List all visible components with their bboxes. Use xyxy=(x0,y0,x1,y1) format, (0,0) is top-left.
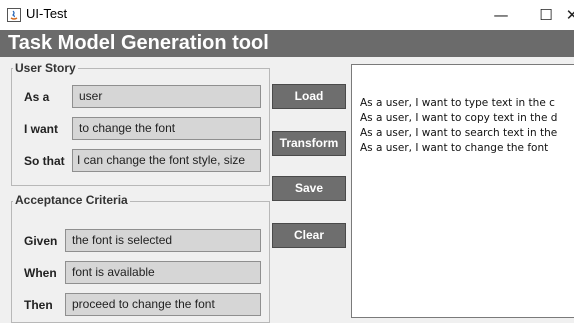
acceptance-criteria-legend: Acceptance Criteria xyxy=(13,193,130,207)
transform-button[interactable]: Transform xyxy=(272,131,346,156)
app-header: Task Model Generation tool xyxy=(0,30,574,57)
as-a-label: As a xyxy=(24,90,50,104)
output-line: As a user, I want to search text in the xyxy=(360,127,558,139)
output-textarea[interactable]: As a user, I want to type text in the c … xyxy=(351,64,574,318)
given-label: Given xyxy=(24,234,58,248)
given-field[interactable]: the font is selected xyxy=(65,229,261,252)
when-label: When xyxy=(24,266,57,280)
user-story-legend: User Story xyxy=(13,61,78,75)
clear-button[interactable]: Clear xyxy=(272,223,346,248)
window-titlebar: UI-Test — ☐ ✕ xyxy=(0,0,574,30)
close-button[interactable]: ✕ xyxy=(558,4,574,26)
load-button[interactable]: Load xyxy=(272,84,346,109)
then-field[interactable]: proceed to change the font xyxy=(65,293,261,316)
so-that-label: So that xyxy=(24,154,65,168)
so-that-field[interactable]: I can change the font style, size xyxy=(72,149,261,172)
output-line: As a user, I want to type text in the c xyxy=(360,97,555,109)
when-field[interactable]: font is available xyxy=(65,261,261,284)
i-want-field[interactable]: to change the font xyxy=(72,117,261,140)
i-want-label: I want xyxy=(24,122,59,136)
window-title: UI-Test xyxy=(26,6,68,21)
then-label: Then xyxy=(24,298,53,312)
output-line: As a user, I want to change the font xyxy=(360,142,549,154)
java-icon xyxy=(7,8,21,22)
as-a-field[interactable]: user xyxy=(72,85,261,108)
page-title: Task Model Generation tool xyxy=(8,32,269,54)
minimize-button[interactable]: — xyxy=(487,4,515,26)
maximize-button[interactable]: ☐ xyxy=(532,4,560,26)
output-line: As a user, I want to copy text in the d xyxy=(360,112,558,124)
save-button[interactable]: Save xyxy=(272,176,346,201)
